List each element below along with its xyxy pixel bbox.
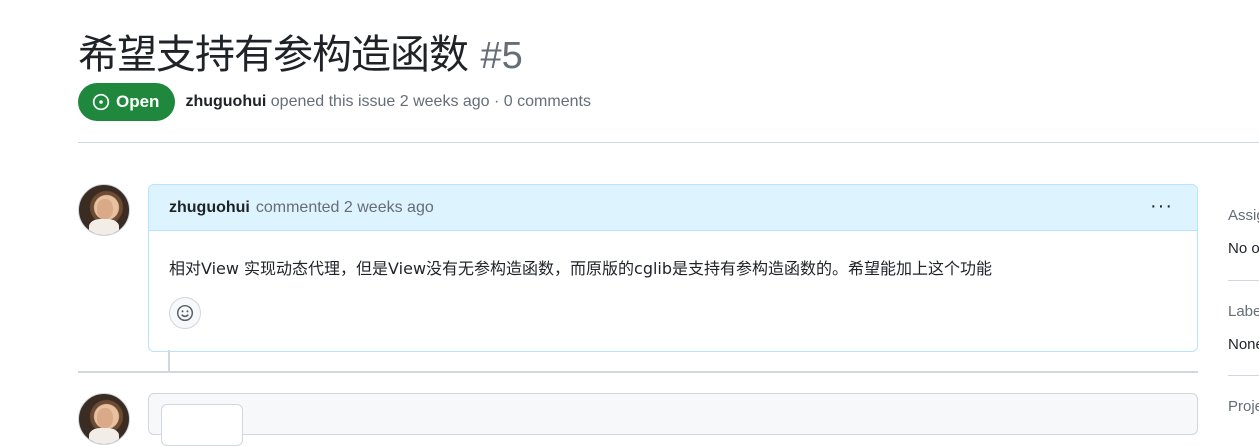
issue-meta: Open zhuguohui opened this issue 2 weeks…	[78, 83, 591, 121]
header-divider	[78, 142, 1259, 143]
more-options-button[interactable]: ···	[1150, 195, 1173, 218]
issue-opened-icon	[92, 93, 110, 111]
avatar-face	[97, 199, 113, 219]
issue-author-link[interactable]: zhuguohui	[185, 93, 266, 110]
avatar-shirt	[89, 219, 119, 235]
comment-header: zhuguohui commented 2 weeks ago	[149, 185, 1197, 231]
smiley-icon	[176, 304, 194, 322]
issue-opened-text: opened this issue 2 weeks ago · 0 commen…	[270, 93, 591, 110]
timeline-connector	[168, 350, 170, 372]
avatar-shirt	[89, 428, 119, 444]
open-state-badge: Open	[78, 83, 176, 121]
issue-title: 希望支持有参构造函数	[78, 32, 469, 78]
comment-timestamp[interactable]: commented 2 weeks ago	[256, 199, 434, 217]
add-reaction-button[interactable]	[169, 297, 201, 329]
issue-number: #5	[480, 35, 523, 77]
assignees-heading[interactable]: Assig	[1228, 207, 1259, 224]
avatar[interactable]	[78, 393, 130, 445]
comment-card: zhuguohui commented 2 weeks ago ··· 相对Vi…	[148, 184, 1198, 352]
avatar[interactable]	[78, 184, 130, 236]
new-comment-box	[148, 393, 1198, 446]
timeline-divider	[78, 371, 1198, 373]
labels-value: None	[1228, 336, 1259, 353]
state-label: Open	[116, 92, 160, 111]
avatar-face	[97, 408, 113, 428]
projects-heading[interactable]: Proje	[1228, 398, 1259, 415]
comment-author-link[interactable]: zhuguohui	[169, 199, 250, 217]
sidebar-divider	[1228, 280, 1259, 281]
issue-title-row: 希望支持有参构造函数 #5	[78, 22, 523, 80]
labels-heading[interactable]: Labe	[1228, 303, 1259, 320]
assignees-value: No o	[1228, 240, 1259, 257]
write-tab[interactable]	[161, 404, 243, 446]
issue-meta-text: zhuguohui opened this issue 2 weeks ago …	[185, 93, 590, 111]
sidebar-divider	[1228, 375, 1259, 376]
comment-body: 相对View 实现动态代理，但是View没有无参构造函数，而原版的cglib是支…	[169, 259, 993, 278]
